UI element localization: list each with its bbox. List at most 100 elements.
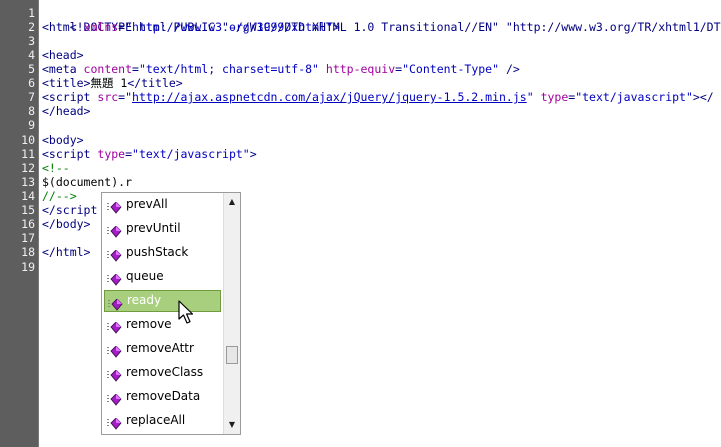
autocomplete-item[interactable]: prevUntil bbox=[104, 218, 221, 240]
tag-close: > bbox=[332, 20, 340, 34]
code-line-4: <head> bbox=[42, 48, 84, 62]
title-close-tag: </title> bbox=[127, 76, 183, 90]
line-number: 9 bbox=[28, 118, 35, 132]
autocomplete-scrollbar[interactable]: ▲ ▼ bbox=[223, 193, 240, 434]
equals: = bbox=[125, 147, 133, 161]
autocomplete-item[interactable]: ready bbox=[104, 290, 221, 312]
code-line-6: <title>無題 1</title> bbox=[42, 76, 183, 90]
mouse-pointer-icon bbox=[178, 300, 194, 324]
autocomplete-item[interactable]: queue bbox=[104, 266, 221, 288]
code-line-10: <body> bbox=[42, 133, 84, 147]
code-line-11: <script type="text/javascript"> bbox=[42, 147, 257, 161]
body-open-tag: <body> bbox=[42, 133, 84, 147]
line-number-gutter: 1 2 3 4 5 6 7 8 9 10 11 12 13 14 15 16 17 18 19 bbox=[0, 0, 38, 447]
line-number: 19 bbox=[21, 260, 35, 274]
tag-open: <script bbox=[42, 90, 98, 104]
autocomplete-item-label: prevUntil bbox=[126, 221, 181, 235]
method-icon bbox=[107, 199, 122, 214]
code-line-7: <script src="http://ajax.aspnetcdn.com/a… bbox=[42, 90, 714, 104]
tag-close: > bbox=[249, 147, 257, 161]
code-line-15: </script bbox=[42, 203, 97, 217]
autocomplete-item-label: removeAttr bbox=[126, 341, 194, 355]
method-icon bbox=[107, 367, 122, 382]
attr-name: type bbox=[97, 147, 126, 161]
code-line-18: </html> bbox=[42, 245, 90, 259]
body-close-tag: </body> bbox=[42, 217, 91, 231]
scroll-up-icon[interactable]: ▲ bbox=[224, 194, 240, 210]
scroll-down-icon[interactable]: ▼ bbox=[224, 417, 240, 433]
quote: " bbox=[526, 90, 534, 104]
autocomplete-item-label: replaceAll bbox=[126, 413, 186, 427]
line-number: 4 bbox=[28, 48, 35, 62]
autocomplete-item[interactable]: removeData bbox=[104, 386, 221, 408]
autocomplete-item[interactable]: prevAll bbox=[104, 194, 221, 216]
attr-name: content bbox=[83, 62, 133, 76]
line-number: 8 bbox=[28, 104, 35, 118]
head-close-tag: </head> bbox=[42, 104, 91, 118]
line-number: 14 bbox=[21, 189, 35, 203]
autocomplete-item[interactable]: removeClass bbox=[104, 362, 221, 384]
code-line-5: <meta content="text/html; charset=utf-8"… bbox=[42, 62, 520, 76]
tag-open: <script bbox=[42, 147, 98, 161]
line-number: 12 bbox=[21, 161, 35, 175]
line-number: 11 bbox=[21, 147, 35, 161]
attr-value: "http://www.w3.org/1999/xhtml" bbox=[125, 20, 333, 34]
line-number: 18 bbox=[21, 245, 35, 259]
tag-close: /> bbox=[499, 62, 520, 76]
equals: = bbox=[132, 62, 139, 76]
head-open-tag: <head> bbox=[42, 48, 84, 62]
method-icon bbox=[107, 343, 122, 358]
attr-name: src bbox=[97, 90, 119, 104]
autocomplete-item[interactable]: pushStack bbox=[104, 242, 221, 264]
autocomplete-item-label: prevAll bbox=[126, 197, 168, 211]
script-url-link[interactable]: http://ajax.aspnetcdn.com/ajax/jQuery/jq… bbox=[132, 90, 527, 104]
comment-close: //--> bbox=[42, 189, 77, 203]
autocomplete-item-label: pushStack bbox=[126, 245, 189, 259]
comment-open: <!-- bbox=[42, 161, 70, 175]
html-close-tag: </html> bbox=[42, 245, 91, 259]
method-icon bbox=[107, 271, 122, 286]
attr-value: "text/javascript" bbox=[132, 147, 250, 161]
line-number: 3 bbox=[28, 34, 35, 48]
line-number: 5 bbox=[28, 62, 35, 76]
autocomplete-item[interactable]: replaceAll bbox=[104, 410, 221, 432]
autocomplete-popup[interactable]: ▲ ▼ prevAll prevUntil pushStack queue ready r… bbox=[101, 192, 241, 435]
line-number: 6 bbox=[28, 76, 35, 90]
code-line-8: </head> bbox=[42, 104, 90, 118]
autocomplete-item-label: ready bbox=[127, 293, 162, 307]
method-icon bbox=[108, 296, 123, 311]
line-number: 15 bbox=[21, 203, 35, 217]
line-number: 17 bbox=[21, 231, 35, 245]
line-number: 16 bbox=[21, 217, 35, 231]
tag-open: <meta bbox=[42, 62, 84, 76]
method-icon bbox=[107, 247, 122, 262]
code-line-12: <!-- bbox=[42, 161, 70, 175]
code-line-16: </body> bbox=[42, 217, 90, 231]
attr-value: "text/javascript" bbox=[575, 90, 693, 104]
line-number: 2 bbox=[28, 20, 35, 34]
attr-value: "text/html; charset=utf-8" bbox=[138, 62, 319, 76]
attr-name: http-equiv bbox=[318, 62, 396, 76]
method-icon bbox=[107, 223, 122, 238]
autocomplete-item-label: removeData bbox=[126, 389, 201, 403]
autocomplete-item-label: queue bbox=[126, 269, 164, 283]
method-icon bbox=[107, 415, 122, 430]
method-icon bbox=[107, 319, 122, 334]
scrollbar-thumb[interactable] bbox=[226, 346, 238, 365]
autocomplete-item-label: remove bbox=[126, 317, 172, 331]
line-number: 13 bbox=[21, 175, 35, 189]
line-number: 1 bbox=[28, 6, 35, 20]
title-open-tag: <title> bbox=[42, 76, 91, 90]
quote: " bbox=[125, 90, 133, 104]
autocomplete-item[interactable]: remove bbox=[104, 314, 221, 336]
attr-name: xmlns bbox=[83, 20, 119, 34]
method-icon bbox=[107, 391, 122, 406]
tag-open: <html bbox=[42, 20, 84, 34]
line-number: 10 bbox=[21, 133, 35, 147]
code-line-2: <html xmlns="http://www.w3.org/1999/xhtm… bbox=[42, 20, 340, 34]
title-text: 無題 1 bbox=[90, 76, 128, 90]
line-number: 7 bbox=[28, 90, 35, 104]
script-close-tag: </script bbox=[42, 203, 98, 217]
autocomplete-item[interactable]: removeAttr bbox=[104, 338, 221, 360]
attr-name: type bbox=[533, 90, 569, 104]
